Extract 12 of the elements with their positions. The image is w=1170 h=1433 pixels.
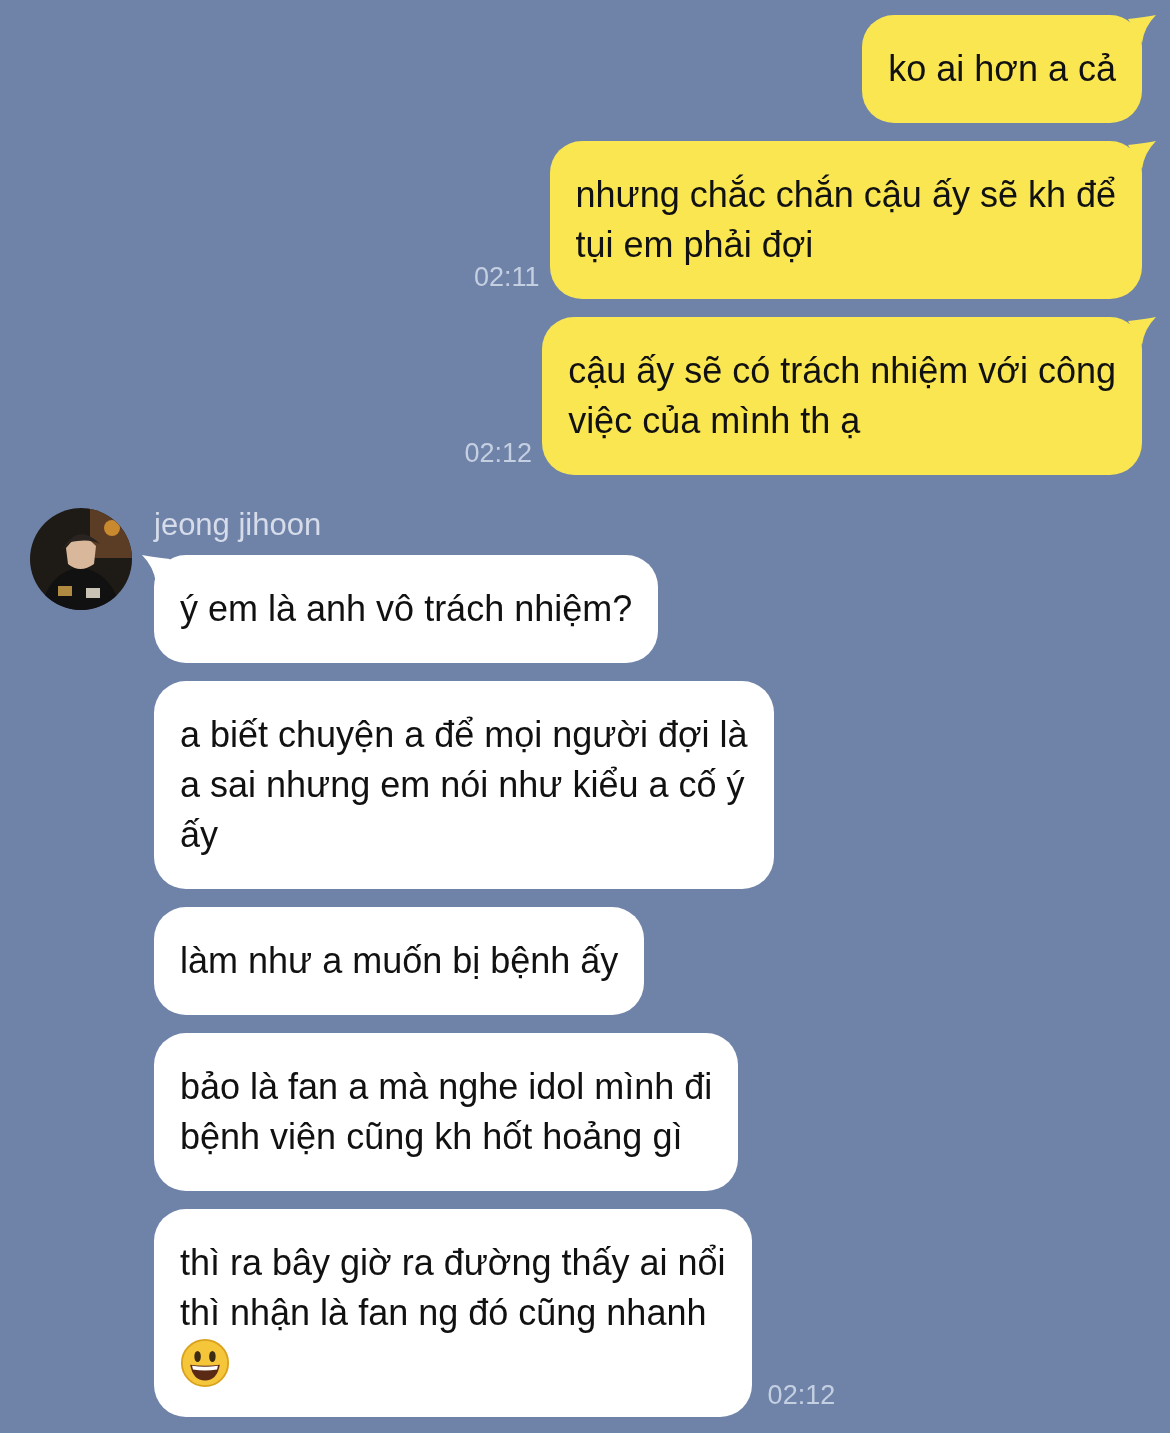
- timestamp: 02:12: [464, 436, 533, 470]
- message-bubble: làm như a muốn bị bệnh ấy: [154, 907, 645, 1015]
- timestamp: 02:11: [473, 260, 540, 294]
- message-bubble: nhưng chắc chắn cậu ấy sẽ kh để tụi em phải đợi: [549, 141, 1142, 299]
- timestamp: 02:12: [767, 1378, 836, 1412]
- message-bubble: ý em là anh vô trách nhiệm?: [154, 555, 659, 663]
- sender-name: jeong jihoon: [154, 509, 323, 541]
- message-bubble: ko ai hơn a cả: [862, 15, 1142, 123]
- message-bubble: thì ra bây giờ ra đường thấy ai nổi thì nhận là fan ng đó cũng nhanh: [154, 1209, 752, 1417]
- message-bubble: cậu ấy sẽ có trách nhiệm với công việc của mình th ạ: [542, 317, 1142, 475]
- message-bubble: bảo là fan a mà nghe idol mình đi bệnh viện cũng kh hốt hoảng gì: [154, 1033, 739, 1191]
- message-bubble: a biết chuyện a để mọi người đợi là a sai nhưng em nói như kiểu a cố ý ấy: [154, 681, 774, 889]
